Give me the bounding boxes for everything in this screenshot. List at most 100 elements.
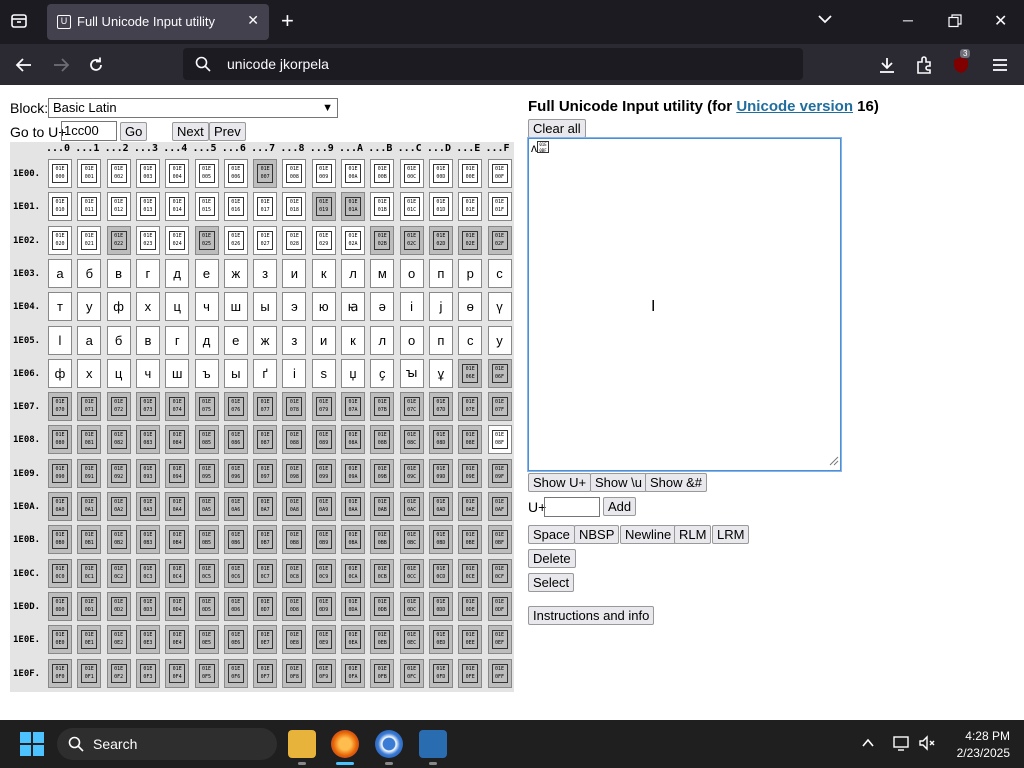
- reload-icon[interactable]: [83, 52, 109, 78]
- char-cell[interactable]: 01E 0C8: [282, 558, 307, 588]
- char-cell[interactable]: 01E 0D8: [282, 591, 307, 621]
- char-cell[interactable]: 01E 0AB: [370, 492, 395, 521]
- char-cell[interactable]: 01E 028: [282, 225, 307, 255]
- char-cell[interactable]: 01E 0ED: [428, 625, 453, 655]
- char-cell[interactable]: е: [194, 258, 219, 288]
- char-cell[interactable]: о: [399, 258, 424, 288]
- show-u-button[interactable]: Show U+: [528, 473, 592, 492]
- char-cell[interactable]: 01E 00F: [487, 159, 512, 188]
- char-cell[interactable]: ү: [487, 292, 512, 322]
- char-cell[interactable]: 01E 0C6: [223, 558, 248, 588]
- char-cell[interactable]: з: [282, 325, 307, 355]
- space-button[interactable]: Space: [528, 525, 575, 544]
- char-cell[interactable]: 01E 094: [165, 458, 190, 488]
- char-cell[interactable]: 01E 0F0: [48, 658, 72, 688]
- char-cell[interactable]: 01E 0B0: [48, 525, 72, 555]
- char-cell[interactable]: 01E 00D: [428, 159, 453, 188]
- char-cell[interactable]: р: [458, 258, 483, 288]
- network-icon[interactable]: [892, 734, 910, 757]
- char-cell[interactable]: і: [282, 358, 307, 388]
- char-cell[interactable]: л: [370, 325, 395, 355]
- char-cell[interactable]: 01E 0B7: [253, 525, 278, 555]
- char-cell[interactable]: 01E 0BE: [458, 525, 483, 555]
- char-cell[interactable]: 01E 02C: [399, 225, 424, 255]
- char-cell[interactable]: 01E 07B: [370, 392, 395, 422]
- char-cell[interactable]: 01E 017: [253, 192, 278, 222]
- char-cell[interactable]: 01E 0EB: [370, 625, 395, 655]
- char-cell[interactable]: 01E 07A: [341, 392, 365, 422]
- char-cell[interactable]: 01E 0FC: [399, 658, 424, 688]
- char-cell[interactable]: б: [106, 325, 131, 355]
- active-tab[interactable]: U Full Unicode Input utility ✕: [47, 4, 269, 40]
- char-cell[interactable]: 01E 0A1: [77, 492, 102, 521]
- char-cell[interactable]: 01E 082: [106, 425, 131, 455]
- char-cell[interactable]: 01E 0E6: [223, 625, 248, 655]
- char-cell[interactable]: 01E 0EC: [399, 625, 424, 655]
- char-cell[interactable]: 01E 008: [282, 159, 307, 188]
- char-cell[interactable]: 01E 0A8: [282, 492, 307, 521]
- char-cell[interactable]: 01E 090: [48, 458, 72, 488]
- text-output-area[interactable]: ʌ 01E 0BF: [528, 138, 841, 471]
- char-cell[interactable]: у: [487, 325, 512, 355]
- char-cell[interactable]: в: [106, 258, 131, 288]
- char-cell[interactable]: 01E 0D2: [106, 591, 131, 621]
- go-button[interactable]: Go: [120, 122, 148, 141]
- char-cell[interactable]: 01E 07D: [428, 392, 453, 422]
- char-cell[interactable]: 01E 06E: [458, 358, 483, 388]
- char-cell[interactable]: ы: [253, 292, 278, 322]
- char-cell[interactable]: 01E 0EA: [341, 625, 365, 655]
- firefox-icon[interactable]: [331, 730, 359, 758]
- char-cell[interactable]: 01E 0C4: [165, 558, 190, 588]
- char-cell[interactable]: 01E 01F: [487, 192, 512, 222]
- char-cell[interactable]: 01E 09F: [487, 458, 512, 488]
- char-cell[interactable]: 01E 01B: [370, 192, 395, 222]
- char-cell[interactable]: 01E 0BB: [370, 525, 395, 555]
- char-cell[interactable]: 01E 02A: [341, 225, 365, 255]
- char-cell[interactable]: г: [135, 258, 160, 288]
- char-cell[interactable]: 01E 077: [253, 392, 278, 422]
- char-cell[interactable]: 01E 0DF: [487, 591, 512, 621]
- char-cell[interactable]: 01E 001: [77, 159, 102, 188]
- char-cell[interactable]: х: [77, 358, 102, 388]
- add-button[interactable]: Add: [603, 497, 637, 516]
- char-cell[interactable]: 01E 00A: [341, 159, 365, 188]
- char-cell[interactable]: п: [428, 325, 453, 355]
- char-cell[interactable]: 01E 076: [223, 392, 248, 422]
- char-cell[interactable]: ө: [458, 292, 483, 322]
- char-cell[interactable]: т: [48, 292, 72, 322]
- char-cell[interactable]: 01E 0F2: [106, 658, 131, 688]
- char-cell[interactable]: 01E 08F: [487, 425, 512, 455]
- char-cell[interactable]: 01E 0BC: [399, 525, 424, 555]
- char-cell[interactable]: 01E 0E4: [165, 625, 190, 655]
- char-cell[interactable]: 01E 0C1: [77, 558, 102, 588]
- char-cell[interactable]: 01E 078: [282, 392, 307, 422]
- char-cell[interactable]: 01E 0EF: [487, 625, 512, 655]
- char-cell[interactable]: 01E 0A6: [223, 492, 248, 521]
- char-cell[interactable]: ф: [48, 358, 72, 388]
- download-icon[interactable]: [874, 52, 900, 78]
- char-cell[interactable]: 01E 079: [311, 392, 336, 422]
- char-cell[interactable]: 01E 088: [282, 425, 307, 455]
- char-cell[interactable]: 01E 0E1: [77, 625, 102, 655]
- char-cell[interactable]: 01E 0F7: [253, 658, 278, 688]
- char-cell[interactable]: 01E 014: [165, 192, 190, 222]
- char-cell[interactable]: 01E 09E: [458, 458, 483, 488]
- char-cell[interactable]: 01E 09A: [341, 458, 365, 488]
- browser-app-icon[interactable]: [375, 730, 403, 758]
- char-cell[interactable]: 01E 0A7: [253, 492, 278, 521]
- char-cell[interactable]: к: [341, 325, 365, 355]
- char-cell[interactable]: 01E 083: [135, 425, 160, 455]
- char-cell[interactable]: 01E 002: [106, 159, 131, 188]
- char-cell[interactable]: 01E 026: [223, 225, 248, 255]
- show-amp-button[interactable]: Show &#: [645, 473, 708, 492]
- char-cell[interactable]: 01E 015: [194, 192, 219, 222]
- char-cell[interactable]: х: [135, 292, 160, 322]
- char-cell[interactable]: е: [223, 325, 248, 355]
- char-cell[interactable]: 01E 0FF: [487, 658, 512, 688]
- char-cell[interactable]: ґ: [253, 358, 278, 388]
- char-cell[interactable]: 01E 0F1: [77, 658, 102, 688]
- prev-button[interactable]: Prev: [209, 122, 246, 141]
- char-cell[interactable]: 01E 0C9: [311, 558, 336, 588]
- char-cell[interactable]: 01E 0C2: [106, 558, 131, 588]
- char-cell[interactable]: м: [370, 258, 395, 288]
